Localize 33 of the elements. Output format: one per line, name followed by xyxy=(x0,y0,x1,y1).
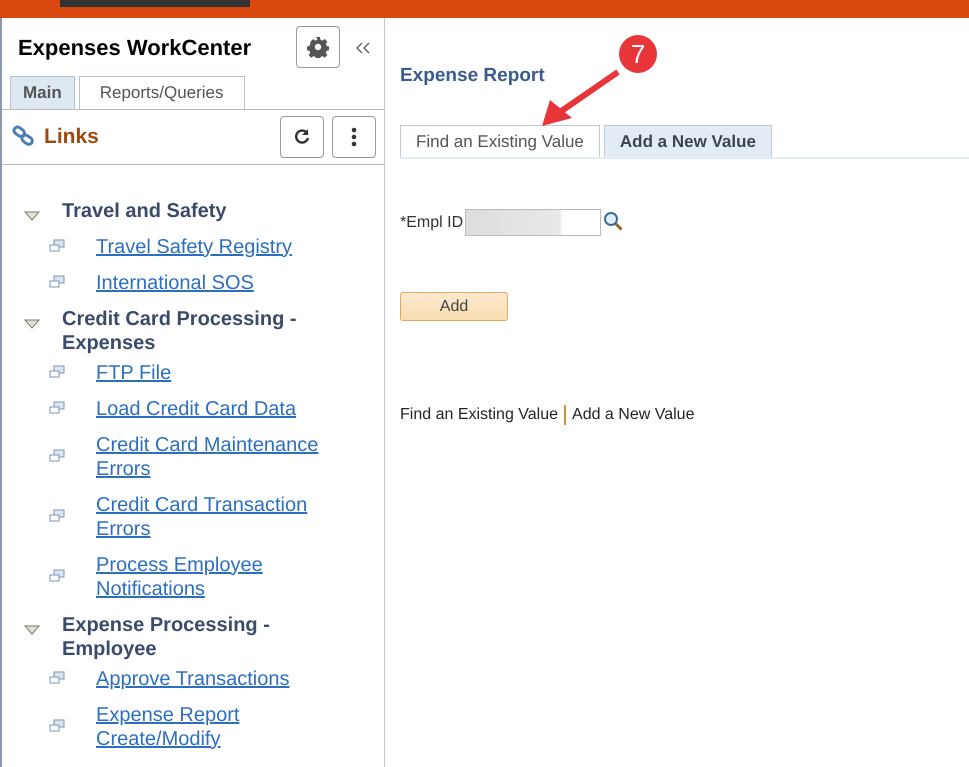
group-heading[interactable]: Credit Card Processing - Expenses xyxy=(62,306,332,354)
menu-link[interactable]: Expense Report Create/Modify xyxy=(96,702,346,750)
refresh-button[interactable] xyxy=(280,116,324,158)
more-icon xyxy=(351,126,357,146)
menu-link[interactable]: International SOS xyxy=(96,270,346,294)
empl-id-field[interactable] xyxy=(465,209,602,236)
refresh-icon xyxy=(293,128,311,146)
menu-link[interactable]: Credit Card Transaction Errors xyxy=(96,492,346,540)
page-tab[interactable]: Find an Existing Value xyxy=(400,124,600,157)
menu-link[interactable]: Process Employee Notifications xyxy=(96,552,346,600)
step-badge xyxy=(619,35,657,73)
group-heading[interactable]: Travel and Safety xyxy=(62,198,332,222)
page-link[interactable]: Find an Existing Value xyxy=(400,403,558,427)
menu-link[interactable]: Load Credit Card Data xyxy=(96,396,346,420)
page-link[interactable]: Add a New Value xyxy=(572,403,694,427)
more-button[interactable] xyxy=(332,116,376,158)
page-tab[interactable]: Add a New Value xyxy=(604,124,772,157)
menu-link[interactable]: FTP File xyxy=(96,360,346,384)
panel-tab[interactable]: Reports/Queries xyxy=(78,76,245,108)
menu-link[interactable]: Travel Safety Registry xyxy=(96,234,346,258)
links-heading: Links xyxy=(44,124,100,150)
link-icon xyxy=(12,124,36,148)
add-button[interactable]: Add xyxy=(400,292,508,321)
step-number: 7 xyxy=(630,39,646,69)
field-label: *Empl ID xyxy=(400,212,464,232)
menu-link[interactable]: Approve Transactions xyxy=(96,666,346,690)
gear-icon xyxy=(307,36,329,58)
panel-title: Expenses WorkCenter xyxy=(18,34,252,62)
page-title: Expense Report xyxy=(400,64,546,88)
settings-button[interactable] xyxy=(296,26,340,68)
menu-link[interactable]: Credit Card Maintenance Errors xyxy=(96,432,346,480)
panel-tab[interactable]: Main xyxy=(10,76,75,108)
group-heading[interactable]: Expense Processing - Employee xyxy=(62,612,332,660)
